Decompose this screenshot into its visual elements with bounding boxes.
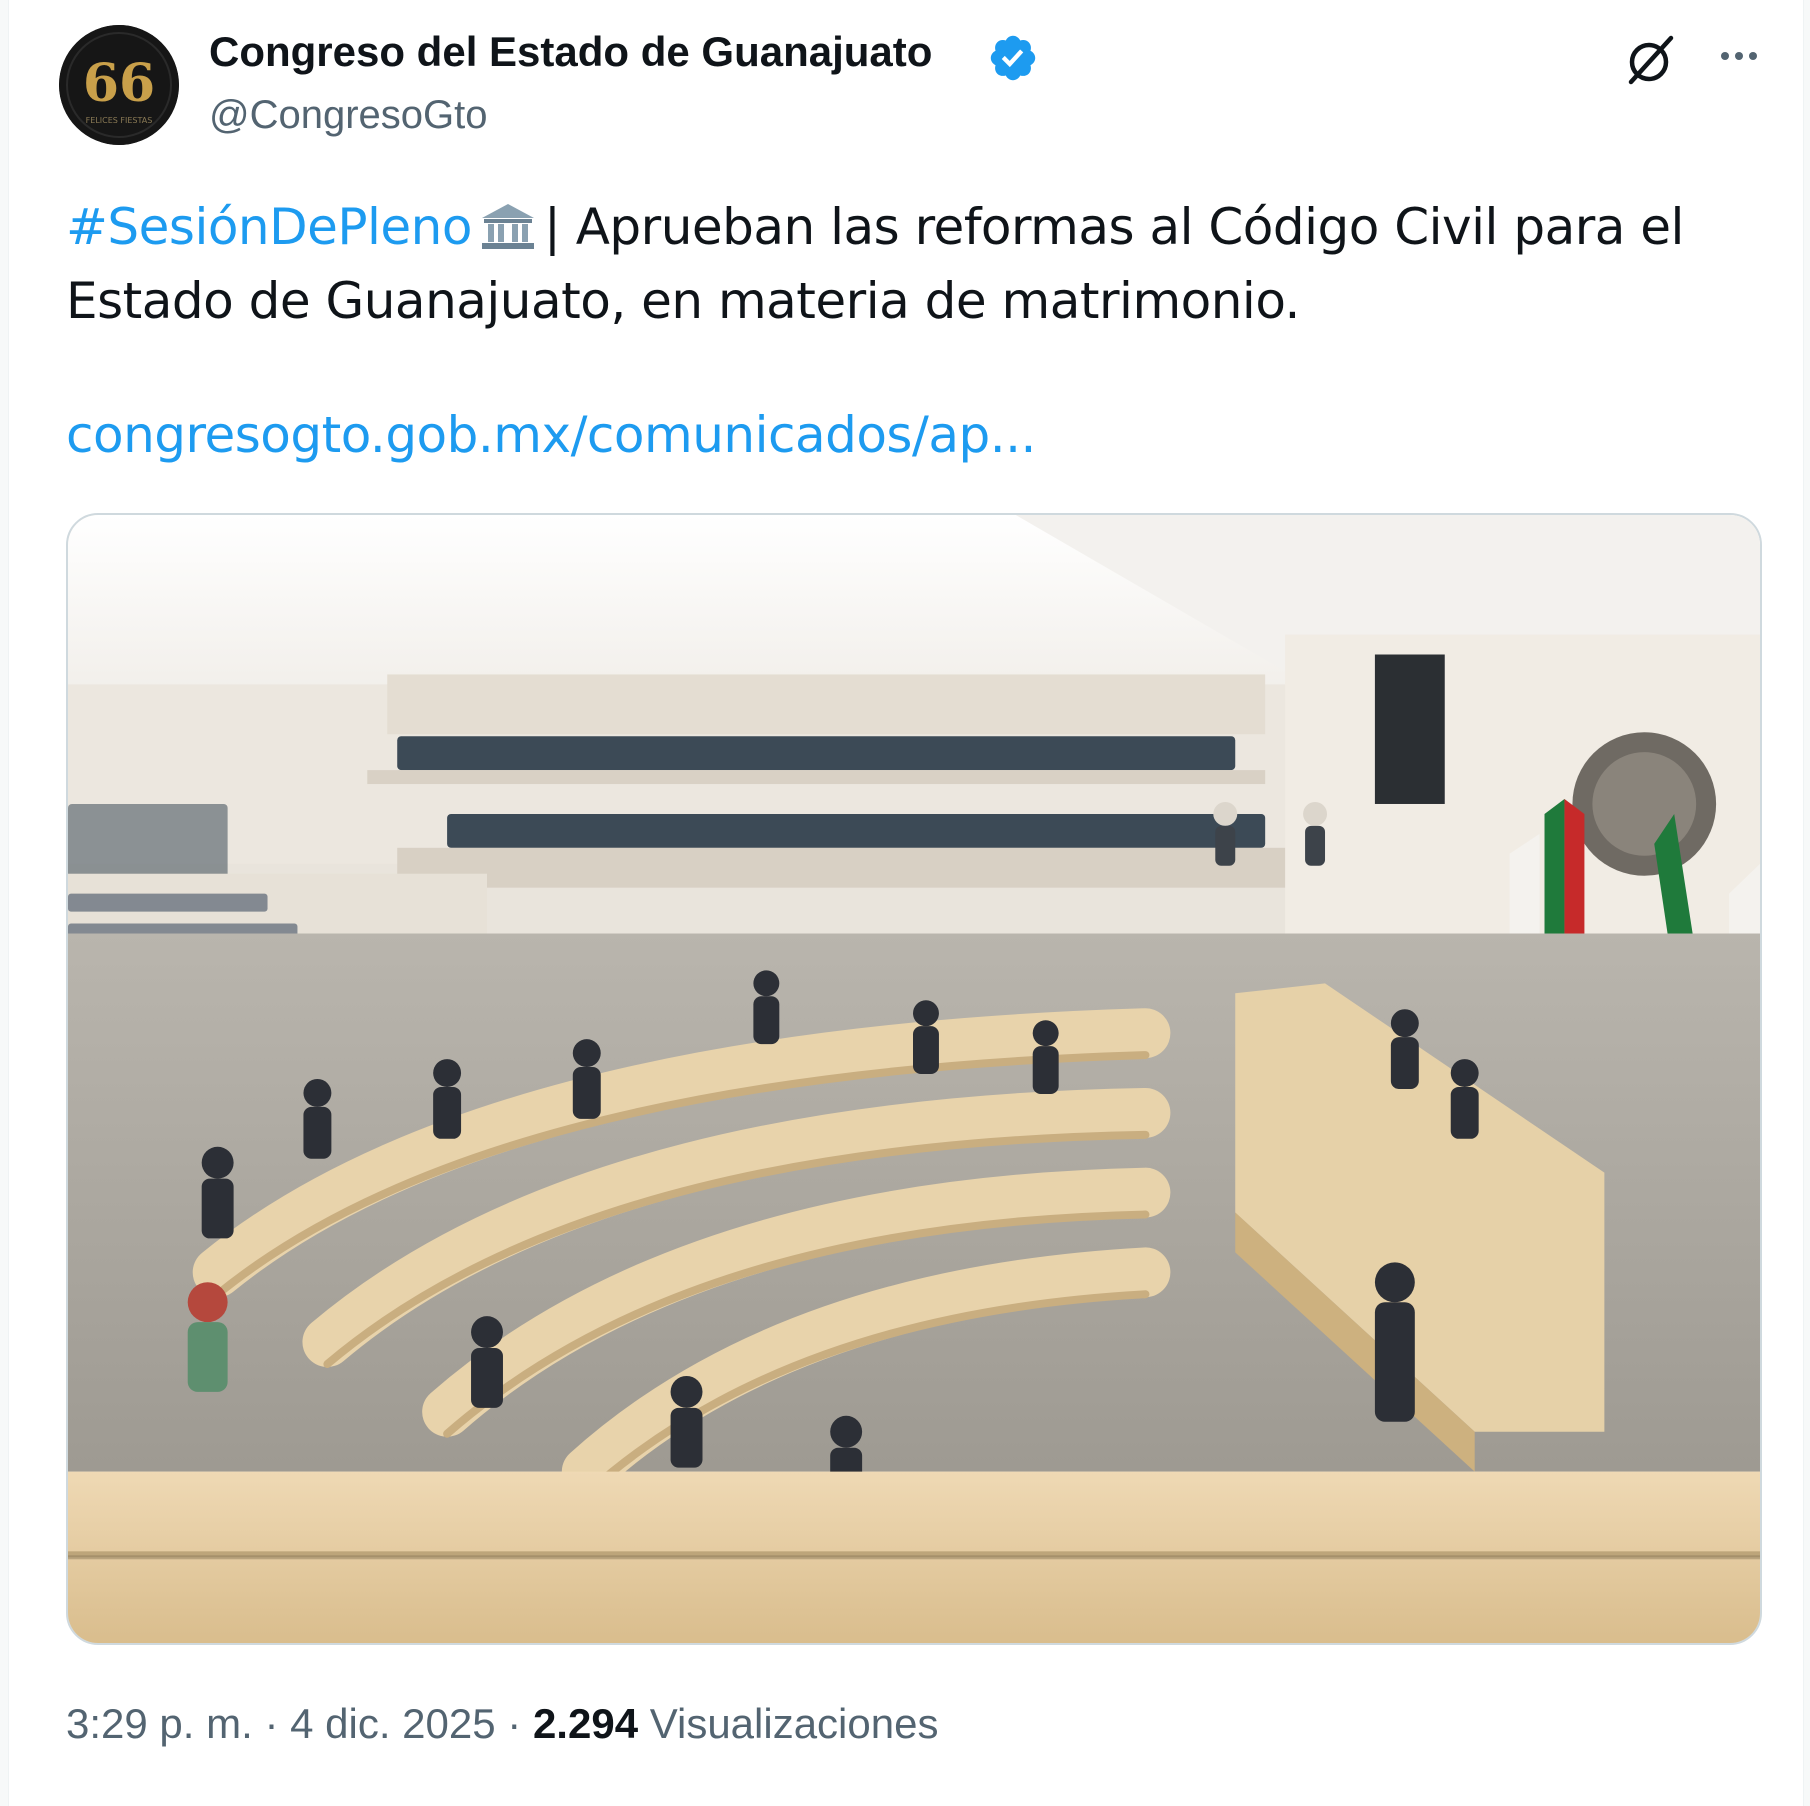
meta-separator: · bbox=[507, 1700, 522, 1747]
plenary-session-photo-icon bbox=[68, 515, 1760, 1643]
hashtag-link[interactable]: #SesiónDePleno bbox=[66, 198, 472, 256]
meta-separator: · bbox=[264, 1700, 279, 1747]
avatar-caption: FELICES FIESTAS bbox=[86, 116, 153, 125]
author-avatar[interactable]: 66 FELICES FIESTAS bbox=[59, 25, 179, 145]
verified-badge-icon bbox=[990, 35, 1036, 81]
classical-building-icon bbox=[481, 204, 534, 249]
tweet-card: 66 FELICES FIESTAS Congreso del Estado d… bbox=[8, 0, 1804, 1806]
author-handle[interactable]: @CongresoGto bbox=[209, 93, 488, 138]
views-label: Visualizaciones bbox=[649, 1700, 939, 1747]
tweet-text: #SesiónDePleno | Aprueban las reformas a… bbox=[66, 190, 1766, 338]
tweet-media[interactable] bbox=[66, 513, 1762, 1645]
tweet-date[interactable]: 4 dic. 2025 bbox=[290, 1700, 496, 1747]
svg-text:66: 66 bbox=[83, 53, 155, 114]
author-name[interactable]: Congreso del Estado de Guanajuato bbox=[209, 28, 932, 76]
grok-icon[interactable] bbox=[1621, 30, 1681, 90]
congress-66-logo-icon: 66 FELICES FIESTAS bbox=[59, 25, 179, 145]
tweet-link[interactable]: congresogto.gob.mx/comunicados/ap... bbox=[66, 406, 1036, 464]
views-count: 2.294 bbox=[532, 1700, 639, 1747]
tweet-time[interactable]: 3:29 p. m. bbox=[66, 1700, 253, 1747]
tweet-meta: 3:29 p. m. · 4 dic. 2025 · 2.294 Visuali… bbox=[66, 1700, 938, 1748]
more-icon[interactable] bbox=[1709, 30, 1769, 90]
